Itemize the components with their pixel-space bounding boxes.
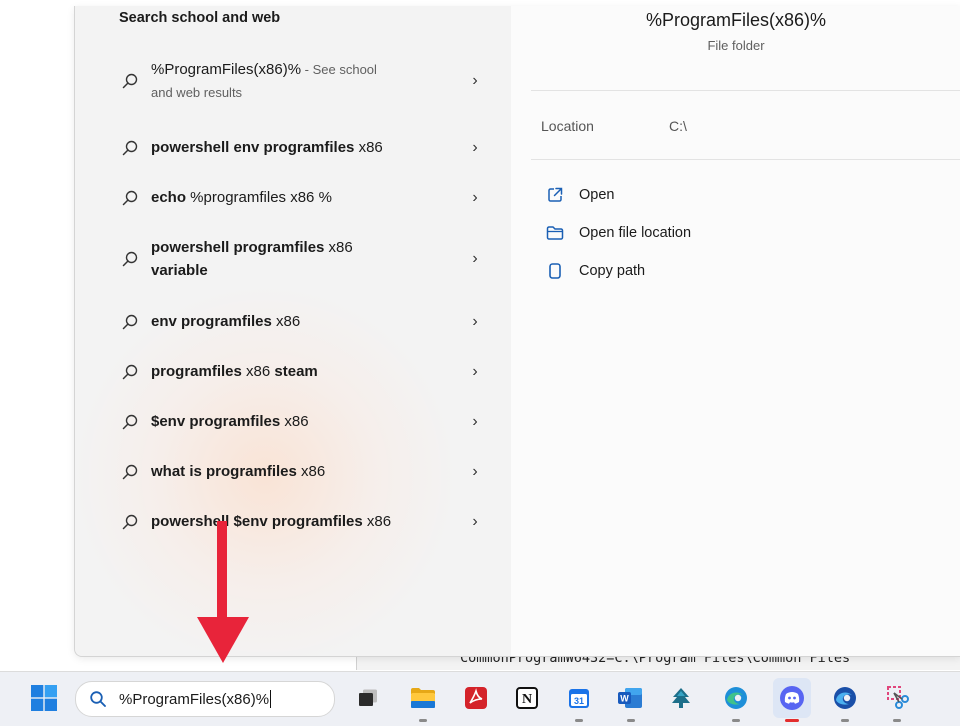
chevron-right-icon: › [472,312,478,330]
copy-path-action[interactable]: Copy path [545,261,645,281]
result-row[interactable]: echo %programfiles x86 % › [115,186,485,209]
action-label: Copy path [579,263,646,279]
svg-text:N: N [522,692,532,707]
svg-text:W: W [620,694,629,704]
search-icon [115,412,145,432]
search-icon [115,312,145,332]
search-icon [115,512,145,532]
location-label: Location [541,118,594,134]
action-label: Open [579,187,615,203]
taskbar: %ProgramFiles(x86)% N 31 W [0,671,960,726]
result-text: %ProgramFiles(x86)% - See school and web… [151,61,377,100]
result-text: $env programfiles x86 [151,413,309,430]
search-results-column: Search school and web %ProgramFiles(x86)… [75,6,511,656]
chevron-right-icon: › [472,412,478,430]
result-text: env programfiles x86 [151,313,301,330]
result-text: programfiles x86 steam [151,363,318,380]
result-text: powershell $env programfiles x86 [151,513,392,530]
search-icon [115,138,145,158]
task-view-icon[interactable] [353,683,383,713]
running-indicator [732,719,740,722]
chevron-right-icon: › [472,462,478,480]
chevron-right-icon: › [472,72,478,89]
result-row[interactable]: powershell programfiles x86 variable › [115,236,485,282]
chevron-right-icon: › [472,188,478,206]
copy-icon [545,261,565,281]
search-icon [89,690,113,708]
adobe-acrobat-icon[interactable] [461,683,491,713]
divider [531,90,960,91]
chevron-right-icon: › [472,362,478,380]
running-indicator [627,719,635,722]
chevron-right-icon: › [472,138,478,156]
file-explorer-icon[interactable] [408,683,438,713]
open-action[interactable]: Open [545,185,614,205]
search-icon [115,362,145,382]
result-row[interactable]: env programfiles x86 › [115,310,485,333]
preview-pane: %ProgramFiles(x86)% File folder Location… [511,6,960,656]
search-icon [115,462,145,482]
notion-icon[interactable]: N [512,683,542,713]
search-icon [115,249,145,269]
edge-icon[interactable] [721,683,751,713]
result-row[interactable]: %ProgramFiles(x86)% - See school and web… [115,58,485,104]
result-text: powershell programfiles x86 variable [151,239,353,279]
preview-subtitle: File folder [707,38,765,53]
result-row[interactable]: programfiles x86 steam › [115,360,485,383]
search-icon [115,188,145,208]
calendar-icon[interactable]: 31 [564,683,594,713]
preview-title: %ProgramFiles(x86)% [645,10,827,30]
open-file-location-action[interactable]: Open file location [545,223,691,243]
result-row[interactable]: what is programfiles x86 › [115,460,485,483]
taskbar-search-input[interactable]: %ProgramFiles(x86)% [75,681,335,717]
running-indicator-active [785,719,799,722]
running-indicator [575,719,583,722]
svg-text:31: 31 [574,696,584,706]
result-row[interactable]: powershell $env programfiles x86 › [115,510,485,533]
running-indicator [841,719,849,722]
section-title: Search school and web [119,10,281,26]
chevron-right-icon: › [472,512,478,530]
tree-app-icon[interactable] [666,683,696,713]
windows-start-icon[interactable] [31,685,57,711]
result-row[interactable]: powershell env programfiles x86 › [115,136,485,159]
location-value: C:\ [669,118,687,134]
result-text: what is programfiles x86 [151,463,326,480]
folder-icon [545,223,565,243]
annotation-arrow [197,521,249,663]
search-input-value: %ProgramFiles(x86)% [119,690,270,708]
result-text: powershell env programfiles x86 [151,139,383,156]
text-caret [270,690,272,708]
discord-icon[interactable] [773,678,811,718]
result-row[interactable]: $env programfiles x86 › [115,410,485,433]
action-label: Open file location [579,225,692,241]
running-indicator [419,719,427,722]
search-icon [115,71,145,91]
divider [531,159,960,160]
chevron-right-icon: › [472,250,478,267]
snipping-tool-icon[interactable] [882,683,912,713]
word-icon[interactable]: W [615,683,645,713]
running-indicator [893,719,901,722]
open-external-icon [545,185,565,205]
edge-beta-icon[interactable] [830,683,860,713]
result-text: echo %programfiles x86 % [151,189,332,206]
